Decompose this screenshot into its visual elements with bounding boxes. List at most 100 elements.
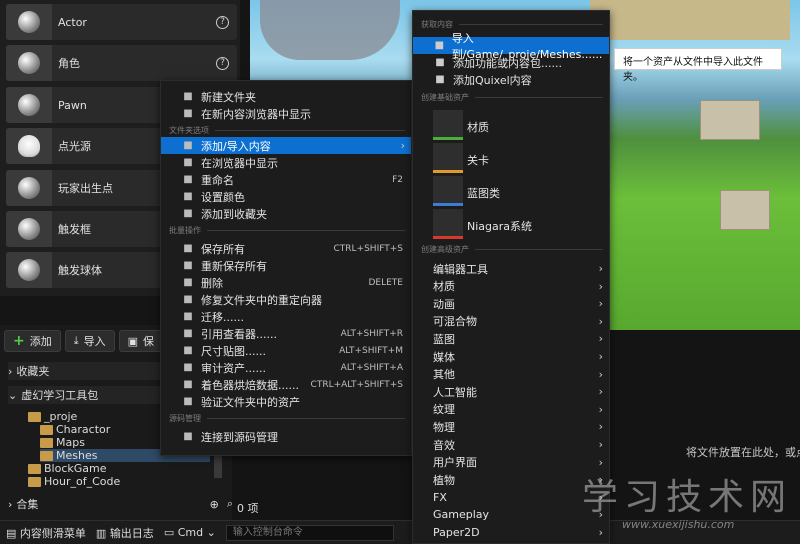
menu-item[interactable]: ■ 修复文件夹中的重定向器 <box>161 291 411 308</box>
submenu-category[interactable]: 媒体 › <box>413 348 609 365</box>
folder-icon <box>40 424 53 435</box>
menu-item[interactable]: ■ 迁移...... <box>161 308 411 325</box>
menu-item[interactable]: ■ 重命名 F2 <box>161 171 411 188</box>
icon-shape <box>18 11 40 33</box>
menu-item-label: 重命名 <box>201 173 234 187</box>
category-label: 纹理 <box>433 403 455 417</box>
asset-item[interactable]: 材质 <box>413 110 609 143</box>
save-all-button[interactable]: ▣ 保 <box>118 330 164 352</box>
chevron-right-icon: › <box>598 438 603 451</box>
collections-section[interactable]: › 合集 ⊕ ⌕ <box>8 495 233 513</box>
menu-item[interactable]: ■ 删除 DELETE <box>161 274 411 291</box>
menu-item-label: 在新内容浏览器中显示 <box>201 107 311 121</box>
icon-shape <box>18 94 40 116</box>
add-button[interactable]: + 添加 <box>4 330 61 352</box>
add-collection-icon[interactable]: ⊕ <box>210 498 219 511</box>
tree-folder[interactable]: BlockGame <box>28 462 107 475</box>
menu-item[interactable]: ■ 引用查看器...... ALT+SHIFT+R <box>161 325 411 342</box>
menu-item[interactable]: ■ 添加到收藏夹 <box>161 205 411 222</box>
chevron-right-icon: › <box>598 455 603 469</box>
folder-context-menu: ■ 新建文件夹 ■ 在新内容浏览器中显示 文件夹选项 ■ 添加/导入内容 › ■ 在浏览器中显示 ■… <box>160 80 412 456</box>
menu-item[interactable]: ■ 导入到/Game/_proje/Meshes...... <box>413 32 609 61</box>
menu-item[interactable]: ■ 尺寸贴图...... ALT+SHIFT+M <box>161 342 411 359</box>
submenu-category[interactable]: 物理 › <box>413 418 609 435</box>
icon-shape <box>18 259 40 281</box>
menu-item-label: 设置颜色 <box>201 190 245 204</box>
menu-item[interactable]: ■ 着色器烘焙数据...... CTRL+ALT+SHIFT+S <box>161 376 411 393</box>
chevron-right-icon: › <box>8 497 13 511</box>
chevron-right-icon: › <box>8 364 13 378</box>
chevron-right-icon: › <box>598 420 603 434</box>
show-in-browser-icon: ■ <box>183 157 193 168</box>
submenu-category[interactable]: 植物 › <box>413 471 609 488</box>
content-browser-toolbar: + 添加 ⤓ 导入 ▣ 保 <box>4 330 164 352</box>
output-log-button[interactable]: ▥ 输出日志 <box>96 525 154 541</box>
menu-item[interactable]: ■ 在新内容浏览器中显示 <box>161 105 411 122</box>
menu-item[interactable]: ■ 验证文件夹中的资产 <box>161 393 411 410</box>
category-label: 其他 <box>433 368 455 382</box>
cmd-button[interactable]: ▭ Cmd ⌄ <box>164 526 216 539</box>
submenu-category[interactable]: 纹理 › <box>413 401 609 418</box>
menu-section-header: 创建基础资产 <box>421 92 603 103</box>
asset-item[interactable]: Niagara系统 <box>413 209 609 242</box>
chevron-right-icon: › <box>598 350 603 363</box>
add-label: 添加 <box>29 335 52 348</box>
character-icon <box>6 45 52 81</box>
drawer-button[interactable]: ▤ 内容侧滑菜单 <box>6 525 86 541</box>
tree-folder[interactable]: _proje <box>28 410 77 423</box>
submenu-category[interactable]: Paper2D › <box>413 524 609 541</box>
niagara-icon <box>433 209 463 239</box>
terminal-icon: ▭ <box>163 526 175 539</box>
submenu-category[interactable]: 动画 › <box>413 295 609 312</box>
shortcut: ALT+SHIFT+M <box>339 345 403 356</box>
submenu-category[interactable]: 人工智能 › <box>413 383 609 400</box>
tree-folder[interactable]: Maps <box>40 436 85 449</box>
asset-item[interactable]: 关卡 <box>413 143 609 176</box>
menu-item[interactable]: ■ 设置颜色 <box>161 188 411 205</box>
output-log-label: 输出日志 <box>109 526 154 540</box>
asset-item[interactable]: 蓝图类 <box>413 176 609 209</box>
menu-item[interactable]: ■ 审计资产...... ALT+SHIFT+A <box>161 359 411 376</box>
tree-folder[interactable]: Hour_of_Code <box>28 475 120 488</box>
submenu-category[interactable]: 音效 › <box>413 436 609 453</box>
save-label: 保 <box>143 335 155 348</box>
watermark-title: 学习技术网 <box>582 477 793 518</box>
icon-shape <box>18 135 40 157</box>
menu-item[interactable]: ■ 添加Quixel内容 <box>413 71 609 88</box>
placer-item[interactable]: 角色? <box>6 45 237 81</box>
menu-section-header: 文件夹选项 <box>169 125 405 136</box>
cmd-label: Cmd <box>177 526 204 539</box>
category-label: Gameplay <box>433 508 490 522</box>
menu-item-label: 尺寸贴图...... <box>201 344 266 358</box>
menu-item[interactable]: ■ 连接到源码管理 <box>161 428 411 445</box>
submenu-category[interactable]: 用户界面 › <box>413 454 609 471</box>
menu-item[interactable]: ■ 新建文件夹 <box>161 88 411 105</box>
delete-icon: ■ <box>183 277 193 288</box>
submenu-category[interactable]: 其他 › <box>413 366 609 383</box>
help-icon[interactable]: ? <box>216 56 229 70</box>
import-icon: ■ <box>183 140 193 151</box>
color-icon: ■ <box>183 191 193 202</box>
menu-item[interactable]: ■ 添加功能或内容包...... <box>413 54 609 71</box>
menu-item[interactable]: ■ 添加/导入内容 › <box>161 137 411 154</box>
tree-folder[interactable]: Charactor <box>40 423 110 436</box>
asset-label: 材质 <box>467 121 489 134</box>
submenu-category[interactable]: 编辑器工具 › <box>413 260 609 277</box>
submenu-category[interactable]: 可混合物 › <box>413 313 609 330</box>
drawer-icon: ▤ <box>6 526 17 540</box>
submenu-category[interactable]: FX › <box>413 489 609 506</box>
import-button[interactable]: ⤓ 导入 <box>64 330 115 352</box>
category-label: 编辑器工具 <box>433 262 488 276</box>
console-input[interactable]: 输入控制台命令 <box>225 524 394 541</box>
submenu-category[interactable]: Gameplay › <box>413 506 609 523</box>
menu-item[interactable]: ■ 重新保存所有 <box>161 257 411 274</box>
placer-item[interactable]: Actor? <box>6 4 237 40</box>
trigger-sphere-icon <box>6 252 52 288</box>
submenu-category[interactable]: 材质 › <box>413 278 609 295</box>
submenu-category[interactable]: 蓝图 › <box>413 330 609 347</box>
help-icon[interactable]: ? <box>216 15 229 29</box>
menu-item[interactable]: ■ 保存所有 CTRL+SHIFT+S <box>161 240 411 257</box>
menu-item[interactable]: ■ 在浏览器中显示 <box>161 154 411 171</box>
project-label: 虚幻学习工具包 <box>21 389 99 402</box>
search-icon[interactable]: ⌕ <box>227 497 233 511</box>
